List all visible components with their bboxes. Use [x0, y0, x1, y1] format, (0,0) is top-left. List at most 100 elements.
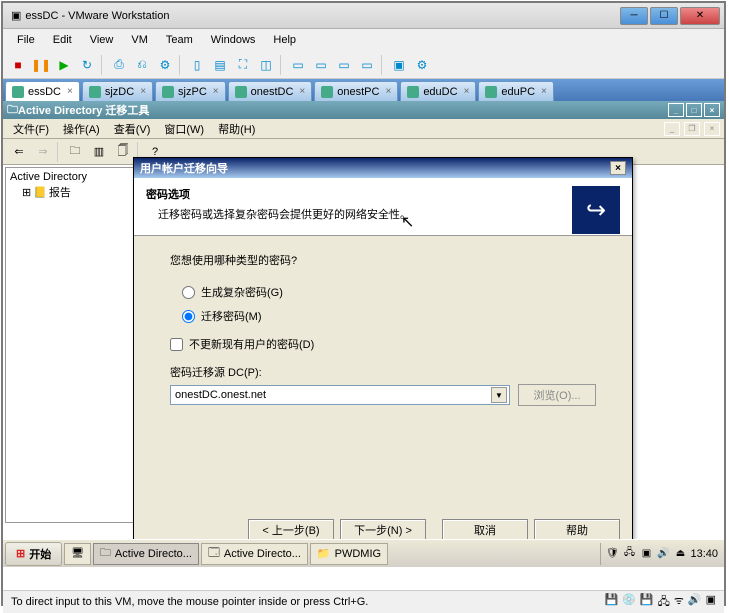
source-dc-combo[interactable]: onestDC.onest.net ▼: [170, 385, 510, 405]
ad-min-icon[interactable]: _: [668, 103, 684, 117]
fullscreen-icon[interactable]: ⛶: [232, 54, 254, 76]
sidebar-icon[interactable]: ▯: [186, 54, 208, 76]
tab-close-icon[interactable]: ×: [541, 86, 547, 97]
tab-onestpc[interactable]: onestPC×: [314, 81, 398, 101]
settings-icon[interactable]: ⚙: [411, 54, 433, 76]
tray-eject-icon[interactable]: ⏏: [673, 547, 687, 561]
manage-icon[interactable]: ⚙: [154, 54, 176, 76]
tab-sjzdc[interactable]: sjzDC×: [82, 81, 153, 101]
system-tray[interactable]: 🛡 🖧 ▣ 🔊 ⏏ 13:40: [600, 543, 722, 565]
ad-tree[interactable]: Active Directory ⊞📒报告: [5, 167, 135, 523]
suspend-icon[interactable]: ❚❚: [30, 54, 52, 76]
cancel-button[interactable]: 取消: [442, 519, 528, 541]
refresh-icon[interactable]: 🗍: [111, 141, 135, 163]
check-no-update[interactable]: 不更新现有用户的密码(D): [170, 328, 596, 356]
device-display-icon[interactable]: ▣: [706, 593, 716, 612]
view4-icon[interactable]: ▭: [356, 54, 378, 76]
tab-essdc[interactable]: essDC×: [5, 81, 80, 101]
tree-report[interactable]: ⊞📒报告: [8, 184, 132, 200]
tab-edudc[interactable]: eduDC×: [400, 81, 476, 101]
radio-generate-password[interactable]: 生成复杂密码(G): [170, 280, 596, 304]
menu-vm[interactable]: VM: [123, 32, 156, 48]
back-button[interactable]: < 上一步(B): [248, 519, 334, 541]
device-usb-icon[interactable]: ᯤ: [674, 593, 684, 612]
help-button[interactable]: 帮助: [534, 519, 620, 541]
menu-view[interactable]: View: [82, 32, 122, 48]
tab-onestdc[interactable]: onestDC ×: [228, 81, 313, 101]
props-icon[interactable]: ▥: [87, 141, 111, 163]
reset-icon[interactable]: ↻: [76, 54, 98, 76]
wizard-close-button[interactable]: ×: [610, 161, 626, 175]
tab-label: onestDC: [251, 86, 294, 98]
app-icon: 🗀: [100, 544, 111, 563]
wizard-question: 您想使用哪种类型的密码?: [170, 252, 596, 268]
tab-sjzpc[interactable]: sjzPC×: [155, 81, 226, 101]
tab-close-icon[interactable]: ×: [67, 86, 73, 97]
clock[interactable]: 13:40: [690, 548, 718, 560]
menu-windows[interactable]: Windows: [203, 32, 264, 48]
check-no-update-input[interactable]: [170, 338, 183, 351]
mdi-close-icon[interactable]: ×: [704, 122, 720, 136]
task-ad2[interactable]: 🗔Active Directo...: [201, 543, 308, 565]
expand-icon[interactable]: ⊞: [22, 186, 31, 199]
minimize-button[interactable]: ─: [620, 7, 648, 25]
wizard-titlebar[interactable]: 用户帐户迁移向导 ×: [134, 158, 632, 178]
device-floppy-icon[interactable]: 💾: [640, 593, 654, 612]
tree-root[interactable]: Active Directory: [8, 170, 132, 184]
device-hdd-icon[interactable]: 💾: [604, 593, 618, 612]
revert-icon[interactable]: ⎌: [131, 54, 153, 76]
tab-close-icon[interactable]: ×: [299, 86, 305, 97]
radio-migrate-input[interactable]: [182, 310, 195, 323]
menu-team[interactable]: Team: [158, 32, 201, 48]
chevron-down-icon[interactable]: ▼: [491, 387, 507, 403]
mdi-restore-icon[interactable]: ❐: [684, 122, 700, 136]
menu-file[interactable]: File: [9, 32, 43, 48]
poweroff-icon[interactable]: ■: [7, 54, 29, 76]
ad-menu-action[interactable]: 操作(A): [57, 119, 106, 139]
view3-icon[interactable]: ▭: [333, 54, 355, 76]
mdi-min-icon[interactable]: _: [664, 122, 680, 136]
ad-close-icon[interactable]: ×: [704, 103, 720, 117]
maximize-button[interactable]: ☐: [650, 7, 678, 25]
ad-menu-window[interactable]: 窗口(W): [158, 119, 210, 139]
tray-vm-icon[interactable]: ▣: [639, 547, 653, 561]
menu-help[interactable]: Help: [265, 32, 304, 48]
view1-icon[interactable]: ▭: [287, 54, 309, 76]
ad-menu-view[interactable]: 查看(V): [108, 119, 157, 139]
task-ad1[interactable]: 🗀Active Directo...: [93, 543, 199, 565]
tray-vol-icon[interactable]: 🔊: [656, 547, 670, 561]
vmware-titlebar: ▣ essDC - VMware Workstation ─ ☐ ✕: [3, 3, 724, 29]
back-icon[interactable]: ⇐: [7, 141, 31, 163]
radio-generate-input[interactable]: [182, 286, 195, 299]
tray-sec-icon[interactable]: 🛡: [605, 547, 619, 561]
tab-close-icon[interactable]: ×: [464, 86, 470, 97]
tab-close-icon[interactable]: ×: [385, 86, 391, 97]
ad-menu-help[interactable]: 帮助(H): [212, 119, 261, 139]
unity-icon[interactable]: ◫: [255, 54, 277, 76]
tab-close-icon[interactable]: ×: [213, 86, 219, 97]
fwd-icon[interactable]: ⇒: [31, 141, 55, 163]
ad-titlebar: 🗀 Active Directory 迁移工具 _ □ ×: [3, 101, 724, 119]
ad-menu-file[interactable]: 文件(F): [7, 119, 55, 139]
close-button[interactable]: ✕: [680, 7, 720, 25]
poweron-icon[interactable]: ▶: [53, 54, 75, 76]
device-cd-icon[interactable]: 💿: [622, 593, 636, 612]
snapshot-icon[interactable]: ⎙: [108, 54, 130, 76]
next-button[interactable]: 下一步(N) >: [340, 519, 426, 541]
ad-max-icon[interactable]: □: [686, 103, 702, 117]
menu-edit[interactable]: Edit: [45, 32, 80, 48]
up-icon[interactable]: 🗀: [63, 141, 87, 163]
radio-migrate-password[interactable]: 迁移密码(M): [170, 304, 596, 328]
tab-close-icon[interactable]: ×: [140, 86, 146, 97]
view2-icon[interactable]: ▭: [310, 54, 332, 76]
start-button[interactable]: ⊞ 开始: [5, 542, 62, 566]
task-pwdmig[interactable]: 📁PWDMIG: [310, 543, 388, 565]
device-net-icon[interactable]: 🖧: [658, 593, 670, 612]
thumbnail-icon[interactable]: ▤: [209, 54, 231, 76]
tab-edupc[interactable]: eduPC×: [478, 81, 553, 101]
ql-desktop[interactable]: 🖥: [64, 543, 91, 565]
vm-display[interactable]: 🗀 Active Directory 迁移工具 _ □ × 文件(F) 操作(A…: [3, 101, 724, 590]
tray-net-icon[interactable]: 🖧: [622, 547, 636, 561]
capture-icon[interactable]: ▣: [388, 54, 410, 76]
device-sound-icon[interactable]: 🔊: [688, 593, 702, 612]
